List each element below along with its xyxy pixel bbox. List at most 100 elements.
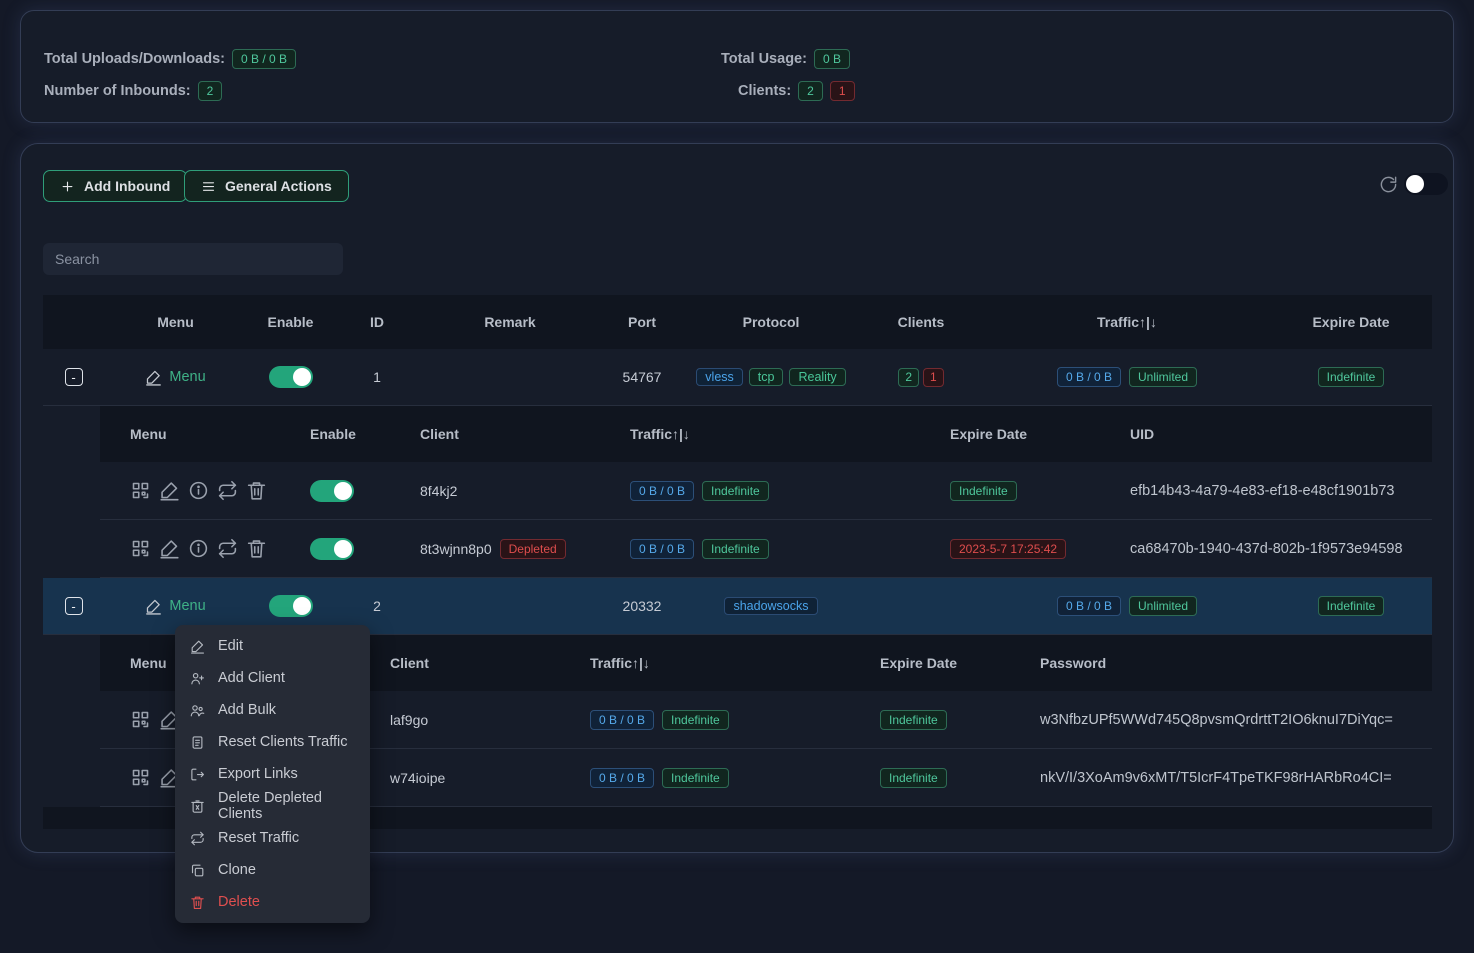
security-tag: Reality (789, 368, 845, 386)
menu-item-reset-clients-traffic[interactable]: Reset Clients Traffic (175, 726, 370, 758)
inbound1-id: 1 (334, 369, 420, 385)
menu-item-label: Delete (218, 894, 260, 910)
menu-item-add-bulk[interactable]: Add Bulk (175, 694, 370, 726)
client-enable-toggle[interactable] (310, 480, 354, 502)
toggle-knob (293, 597, 311, 615)
c1-header-menu: Menu (100, 426, 300, 442)
inbound1-port: 54767 (600, 369, 684, 385)
qr-code-icon[interactable] (130, 480, 151, 501)
refresh-icon[interactable] (1379, 175, 1398, 194)
menu-item-label: Reset Traffic (218, 830, 299, 846)
client-actions (100, 538, 300, 559)
usage-label: Total Usage: (721, 51, 807, 67)
dark-mode-toggle[interactable] (1404, 173, 1448, 195)
inbounds-value-badge: 2 (198, 81, 223, 101)
depleted-badge: Depleted (500, 539, 566, 559)
reset-traffic-icon[interactable] (217, 480, 238, 501)
clients-active-badge: 2 (798, 81, 823, 101)
header-remark: Remark (420, 314, 600, 330)
inbound2-id: 2 (334, 598, 420, 614)
traffic-badge: 0 B / 0 B (590, 768, 654, 788)
menu-item-delete[interactable]: Delete (175, 886, 370, 918)
edit-pencil-icon[interactable] (159, 538, 180, 559)
menu-item-add-client[interactable]: Add Client (175, 662, 370, 694)
add-inbound-label: Add Inbound (84, 178, 170, 194)
inbound1-protocol-tags: vless tcp Reality (684, 368, 858, 386)
menu-item-label: Export Links (218, 766, 298, 782)
client-name: laf9go (380, 712, 580, 728)
edit-pencil-icon[interactable] (159, 480, 180, 501)
inbound1-clients-count: 2 1 (858, 368, 984, 387)
traffic-limit-badge: Indefinite (702, 481, 769, 501)
header-menu: Menu (104, 314, 247, 330)
menu-item-edit[interactable]: Edit (175, 630, 370, 662)
toggle-knob (334, 482, 352, 500)
inbound2-enable-toggle[interactable] (269, 595, 313, 617)
traffic-limit-badge: Indefinite (662, 710, 729, 730)
inbound-row-1: - Menu 1 54767 vless tcp Reality 2 1 0 B… (43, 349, 1432, 406)
client-row: 8t3wjnn8p0 Depleted 0 B / 0 B Indefinite… (100, 520, 1432, 578)
client-row: 8f4kj2 0 B / 0 B Indefinite Indefinite e… (100, 462, 1432, 520)
header-traffic-sort[interactable]: Traffic↑|↓ (984, 314, 1270, 330)
inbound2-traffic: 0 B / 0 B Unlimited (984, 596, 1270, 616)
menu-item-clone[interactable]: Clone (175, 854, 370, 886)
reset-traffic-icon[interactable] (217, 538, 238, 559)
uploads-label: Total Uploads/Downloads: (44, 51, 225, 67)
traffic-limit-badge: Indefinite (702, 539, 769, 559)
client-name: 8t3wjnn8p0 (420, 541, 492, 557)
client-traffic: 0 B / 0 B Indefinite (620, 539, 940, 559)
trash-icon[interactable] (246, 538, 267, 559)
stat-clients: Clients: 2 1 (738, 80, 855, 102)
clone-icon (190, 863, 205, 878)
menu-lines-icon (201, 179, 216, 194)
search-input[interactable] (43, 243, 343, 275)
collapse-row-button[interactable]: - (65, 368, 83, 386)
traffic-badge: 0 B / 0 B (1057, 596, 1121, 616)
trash-icon[interactable] (246, 480, 267, 501)
c1-header-traffic-sort[interactable]: Traffic↑|↓ (620, 426, 940, 442)
collapse-row-button[interactable]: - (65, 597, 83, 615)
general-actions-button[interactable]: General Actions (184, 170, 349, 202)
stats-panel: Total Uploads/Downloads: 0 B / 0 B Numbe… (20, 10, 1454, 123)
inbounds-label: Number of Inbounds: (44, 83, 191, 99)
menu-item-delete-depleted-clients[interactable]: Delete Depleted Clients (175, 790, 370, 822)
qr-code-icon[interactable] (130, 538, 151, 559)
expire-badge: Indefinite (880, 768, 947, 788)
protocol-tag: shadowsocks (724, 597, 817, 615)
client-traffic: 0 B / 0 B Indefinite (580, 710, 870, 730)
inbound2-menu-button[interactable]: Menu (145, 598, 205, 615)
expire-badge: Indefinite (880, 710, 947, 730)
stat-number-of-inbounds: Number of Inbounds: 2 (44, 80, 222, 102)
menu-item-export-links[interactable]: Export Links (175, 758, 370, 790)
info-icon[interactable] (188, 480, 209, 501)
clients1-header-row: Menu Enable Client Traffic↑|↓ Expire Dat… (100, 406, 1432, 462)
depleted-clients-badge: 1 (923, 368, 944, 387)
qr-code-icon[interactable] (130, 709, 151, 730)
c2-header-client: Client (380, 655, 580, 671)
add-bulk-icon (190, 703, 205, 718)
inbound1-enable-toggle[interactable] (269, 366, 313, 388)
inbound2-protocol-tags: shadowsocks (684, 597, 858, 615)
inbound1-traffic: 0 B / 0 B Unlimited (984, 367, 1270, 387)
inbound2-menu-label: Menu (169, 598, 205, 614)
inbound1-menu-button[interactable]: Menu (145, 369, 205, 386)
delete-icon (190, 895, 205, 910)
traffic-badge: 0 B / 0 B (590, 710, 654, 730)
clients-depleted-badge: 1 (830, 81, 855, 101)
edit-pencil-icon (145, 369, 162, 386)
info-icon[interactable] (188, 538, 209, 559)
menu-item-reset-traffic[interactable]: Reset Traffic (175, 822, 370, 854)
client-name: w74ioipe (380, 770, 580, 786)
c2-header-traffic-sort[interactable]: Traffic↑|↓ (580, 655, 870, 671)
add-inbound-button[interactable]: Add Inbound (43, 170, 187, 202)
expire-badge: 2023-5-7 17:25:42 (950, 539, 1066, 559)
menu-item-label: Delete Depleted Clients (218, 790, 355, 822)
c1-header-client: Client (410, 426, 620, 442)
client-enable-toggle[interactable] (310, 538, 354, 560)
client-uid: ca68470b-1940-437d-802b-1f9573e94598 (1120, 541, 1432, 557)
qr-code-icon[interactable] (130, 767, 151, 788)
expire-badge: Indefinite (1318, 596, 1385, 616)
traffic-limit-badge: Indefinite (662, 768, 729, 788)
uploads-value-badge: 0 B / 0 B (232, 49, 296, 69)
stat-total-usage: Total Usage: 0 B (721, 48, 850, 70)
